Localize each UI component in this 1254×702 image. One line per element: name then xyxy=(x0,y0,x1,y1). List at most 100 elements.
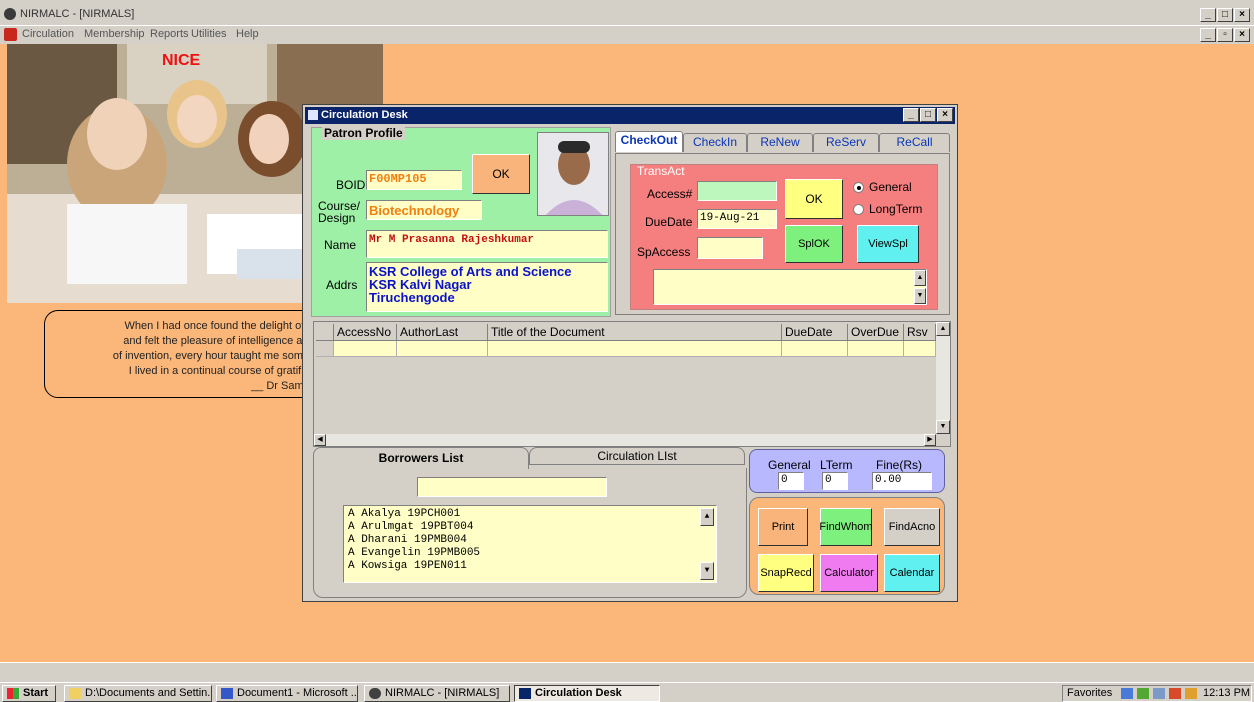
task-circulation-desk[interactable]: Circulation Desk xyxy=(514,685,660,702)
loans-grid[interactable]: AccessNo AuthorLast Title of the Documen… xyxy=(313,321,951,447)
grid-scroll-left-icon[interactable]: ◀ xyxy=(314,434,326,446)
grid-row-selector[interactable] xyxy=(316,341,334,357)
quote-line: of invention, every hour taught me somet… xyxy=(112,350,333,362)
tab-reserv[interactable]: ReServ xyxy=(813,133,879,152)
general-radio-icon[interactable] xyxy=(853,182,864,193)
task-label: D:\Documents and Settin... xyxy=(85,687,212,699)
app-window-controls: _ □ × xyxy=(1200,8,1250,22)
list-scroll-up-icon[interactable]: ▲ xyxy=(700,508,714,526)
duedate-input[interactable]: 19-Aug-21 xyxy=(697,209,777,229)
transact-group: TransAct Access# DueDate 19-Aug-21 SpAcc… xyxy=(630,164,938,310)
close-icon[interactable]: × xyxy=(1234,8,1250,22)
grid-header-overdue[interactable]: OverDue xyxy=(848,324,904,341)
menu-circulation[interactable]: Circulation xyxy=(22,28,74,40)
tab-circulation-list[interactable]: Circulation LIst xyxy=(529,447,745,465)
desk-minimize-icon[interactable]: _ xyxy=(903,108,919,122)
grid-cell[interactable] xyxy=(848,341,904,357)
scroll-up-icon[interactable]: ▲ xyxy=(914,270,926,286)
transact-notes[interactable]: ▲ ▼ xyxy=(653,269,927,305)
minimize-icon[interactable]: _ xyxy=(1200,8,1216,22)
app-titlebar: NIRMALC - [NIRMALS] _ □ × xyxy=(0,0,1254,26)
print-button[interactable]: Print xyxy=(758,508,808,546)
nice-banner-text: NICE xyxy=(162,52,201,69)
mdi-minimize-icon[interactable]: _ xyxy=(1200,28,1216,42)
network-icon[interactable] xyxy=(1121,688,1133,699)
grid-header-rsv[interactable]: Rsv xyxy=(904,324,936,341)
media-icon[interactable] xyxy=(1137,688,1149,699)
grid-scroll-down-icon[interactable]: ▼ xyxy=(936,420,950,434)
name-input[interactable]: Mr M Prasanna Rajeshkumar xyxy=(366,230,608,258)
desk-maximize-icon[interactable]: □ xyxy=(920,108,936,122)
windows-logo-icon xyxy=(7,688,19,699)
grid-header-duedate[interactable]: DueDate xyxy=(782,324,848,341)
access-input[interactable] xyxy=(697,181,777,201)
list-item[interactable]: A Kowsiga 19PEN011 xyxy=(348,560,712,573)
spaccess-label: SpAccess xyxy=(637,245,691,259)
task-label: Document1 - Microsoft ... xyxy=(237,687,358,699)
course-input[interactable]: Biotechnology xyxy=(366,200,482,220)
list-item[interactable]: A Akalya 19PCH001 xyxy=(348,508,712,521)
circulation-desk-window: Circulation Desk _ □ × Patron Profile BO… xyxy=(302,104,958,602)
restore-icon[interactable]: □ xyxy=(1217,8,1233,22)
menu-membership[interactable]: Membership xyxy=(84,28,145,40)
list-scroll-down-icon[interactable]: ▼ xyxy=(700,562,714,580)
quote-box: When I had once found the delight of kno… xyxy=(44,310,344,398)
task-label: NIRMALC - [NIRMALS] xyxy=(385,687,500,699)
grid-cell[interactable] xyxy=(782,341,848,357)
splok-button[interactable]: SplOK xyxy=(785,225,843,263)
address-input[interactable]: KSR College of Arts and Science KSR Kalv… xyxy=(366,262,608,312)
longterm-radio-icon[interactable] xyxy=(853,204,864,215)
calculator-button[interactable]: Calculator xyxy=(820,554,878,592)
tab-borrowers-list[interactable]: Borrowers List xyxy=(313,447,529,469)
boid-input[interactable]: F00MP105 xyxy=(366,170,462,190)
task-explorer[interactable]: D:\Documents and Settin... xyxy=(64,685,212,702)
menu-reports[interactable]: Reports xyxy=(150,28,189,40)
spaccess-input[interactable] xyxy=(697,237,763,259)
menu-help[interactable]: Help xyxy=(236,28,259,40)
address-label: Addrs xyxy=(326,278,358,292)
security-icon[interactable] xyxy=(1169,688,1181,699)
favorites-label[interactable]: Favorites xyxy=(1067,687,1112,699)
tab-renew[interactable]: ReNew xyxy=(747,133,813,152)
grid-cell[interactable] xyxy=(488,341,782,357)
grid-cell[interactable] xyxy=(397,341,488,357)
list-item[interactable]: A Evangelin 19PMB005 xyxy=(348,547,712,560)
viewspl-button[interactable]: ViewSpl xyxy=(857,225,919,263)
name-label: Name xyxy=(324,238,357,252)
grid-header-accessno[interactable]: AccessNo xyxy=(334,324,397,341)
transact-ok-button[interactable]: OK xyxy=(785,179,843,219)
patron-photo xyxy=(537,132,609,216)
grid-scroll-up-icon[interactable]: ▲ xyxy=(936,322,950,336)
list-item[interactable]: A Arulmgat 19PBT004 xyxy=(348,521,712,534)
update-icon[interactable] xyxy=(1185,688,1197,699)
sync-icon[interactable] xyxy=(1153,688,1165,699)
grid-hscrollbar[interactable]: ◀ ▶ xyxy=(314,434,936,446)
start-button[interactable]: Start xyxy=(2,685,56,702)
tab-checkin[interactable]: CheckIn xyxy=(683,133,747,152)
grid-cell[interactable] xyxy=(904,341,936,357)
findacno-button[interactable]: FindAcno xyxy=(884,508,940,546)
mdi-close-icon[interactable]: × xyxy=(1234,28,1250,42)
borrower-search-input[interactable] xyxy=(417,477,607,497)
desk-close-icon[interactable]: × xyxy=(937,108,953,122)
menu-utilities[interactable]: Utilities xyxy=(191,28,226,40)
task-word[interactable]: Document1 - Microsoft ... xyxy=(216,685,358,702)
calendar-button[interactable]: Calendar xyxy=(884,554,940,592)
grid-scroll-right-icon[interactable]: ▶ xyxy=(924,434,936,446)
desk-window-icon xyxy=(308,110,318,120)
findwhom-button[interactable]: FindWhom xyxy=(819,508,873,546)
grid-cell[interactable] xyxy=(334,341,397,357)
grid-header-authorlast[interactable]: AuthorLast xyxy=(397,324,488,341)
task-nirmalc[interactable]: NIRMALC - [NIRMALS] xyxy=(364,685,510,702)
grid-vscrollbar[interactable]: ▲ ▼ xyxy=(936,322,950,434)
scroll-down-icon[interactable]: ▼ xyxy=(914,288,926,304)
patron-ok-button[interactable]: OK xyxy=(472,154,530,194)
list-item[interactable]: A Dharani 19PMB004 xyxy=(348,534,712,547)
tab-checkout[interactable]: CheckOut xyxy=(615,131,683,152)
mdi-restore-icon[interactable]: ▫ xyxy=(1217,28,1233,42)
borrowers-listbox[interactable]: A Akalya 19PCH001 A Arulmgat 19PBT004 A … xyxy=(343,505,717,583)
grid-header-title[interactable]: Title of the Document xyxy=(488,324,782,341)
quote-author: __ Dr Samuel Jo xyxy=(251,380,333,392)
snaprecd-button[interactable]: SnapRecd xyxy=(758,554,814,592)
tab-recall[interactable]: ReCall xyxy=(879,133,950,152)
